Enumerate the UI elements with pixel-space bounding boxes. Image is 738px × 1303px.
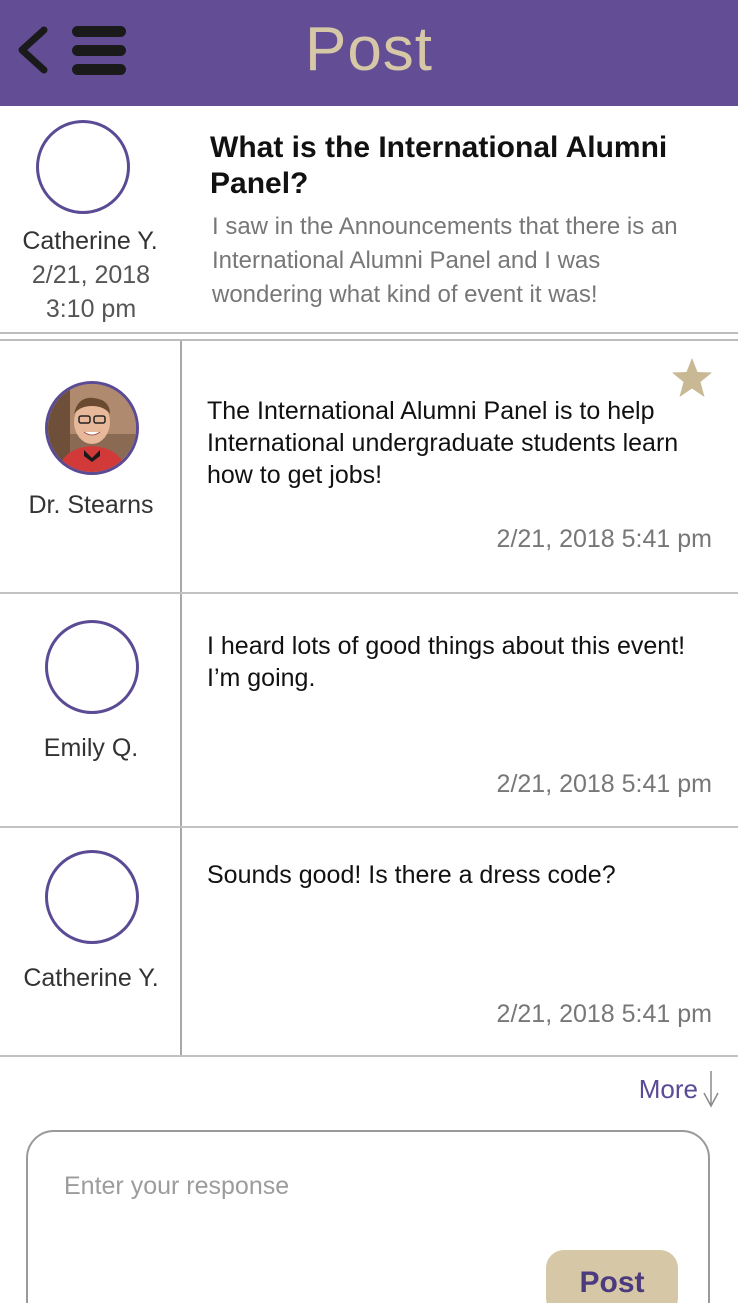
app-header: Post [0, 0, 738, 106]
reply-author: Catherine Y. [23, 964, 159, 992]
response-composer: Post [26, 1130, 710, 1303]
question-author: Catherine Y. [22, 227, 158, 255]
divider [0, 332, 738, 341]
more-link[interactable]: More [639, 1068, 720, 1110]
question-title: What is the International Alumni Panel? [210, 131, 668, 200]
reply-timestamp: 2/21, 2018 5:41 pm [496, 1000, 712, 1028]
star-icon[interactable] [670, 357, 714, 399]
reply-message: The International Alumni Panel is to hel… [207, 397, 679, 489]
reply-author-column: Emily Q. [0, 594, 182, 826]
reply-item: Dr. Stearns The International Alumni Pan… [0, 341, 738, 594]
arrow-down-icon [703, 1071, 719, 1108]
page-title: Post [304, 15, 434, 84]
reply-author: Dr. Stearns [28, 491, 154, 519]
question-time: 3:10 pm [45, 295, 137, 323]
reply-message: I heard lots of good things about this e… [207, 632, 686, 692]
reply-timestamp: 2/21, 2018 5:41 pm [496, 770, 712, 798]
avatar[interactable] [36, 120, 130, 214]
avatar-photo [48, 384, 136, 472]
avatar[interactable] [45, 381, 139, 475]
reply-item: Emily Q. I heard lots of good things abo… [0, 594, 738, 828]
reply-timestamp: 2/21, 2018 5:41 pm [496, 525, 712, 553]
question-date: 2/21, 2018 [31, 261, 151, 289]
response-input[interactable] [64, 1164, 664, 1208]
reply-author-column: Catherine Y. [0, 828, 182, 1055]
original-question: Catherine Y. 2/21, 2018 3:10 pm What is … [0, 106, 738, 334]
avatar[interactable] [45, 850, 139, 944]
reply-author: Emily Q. [43, 734, 139, 762]
reply-message: Sounds good! Is there a dress code? [207, 861, 616, 889]
reply-item: Catherine Y. Sounds good! Is there a dre… [0, 828, 738, 1057]
question-body: I saw in the Announcements that there is… [212, 213, 678, 308]
avatar[interactable] [45, 620, 139, 714]
more-label: More [638, 1074, 698, 1104]
reply-author-column: Dr. Stearns [0, 341, 182, 592]
post-button[interactable]: Post [546, 1250, 678, 1303]
